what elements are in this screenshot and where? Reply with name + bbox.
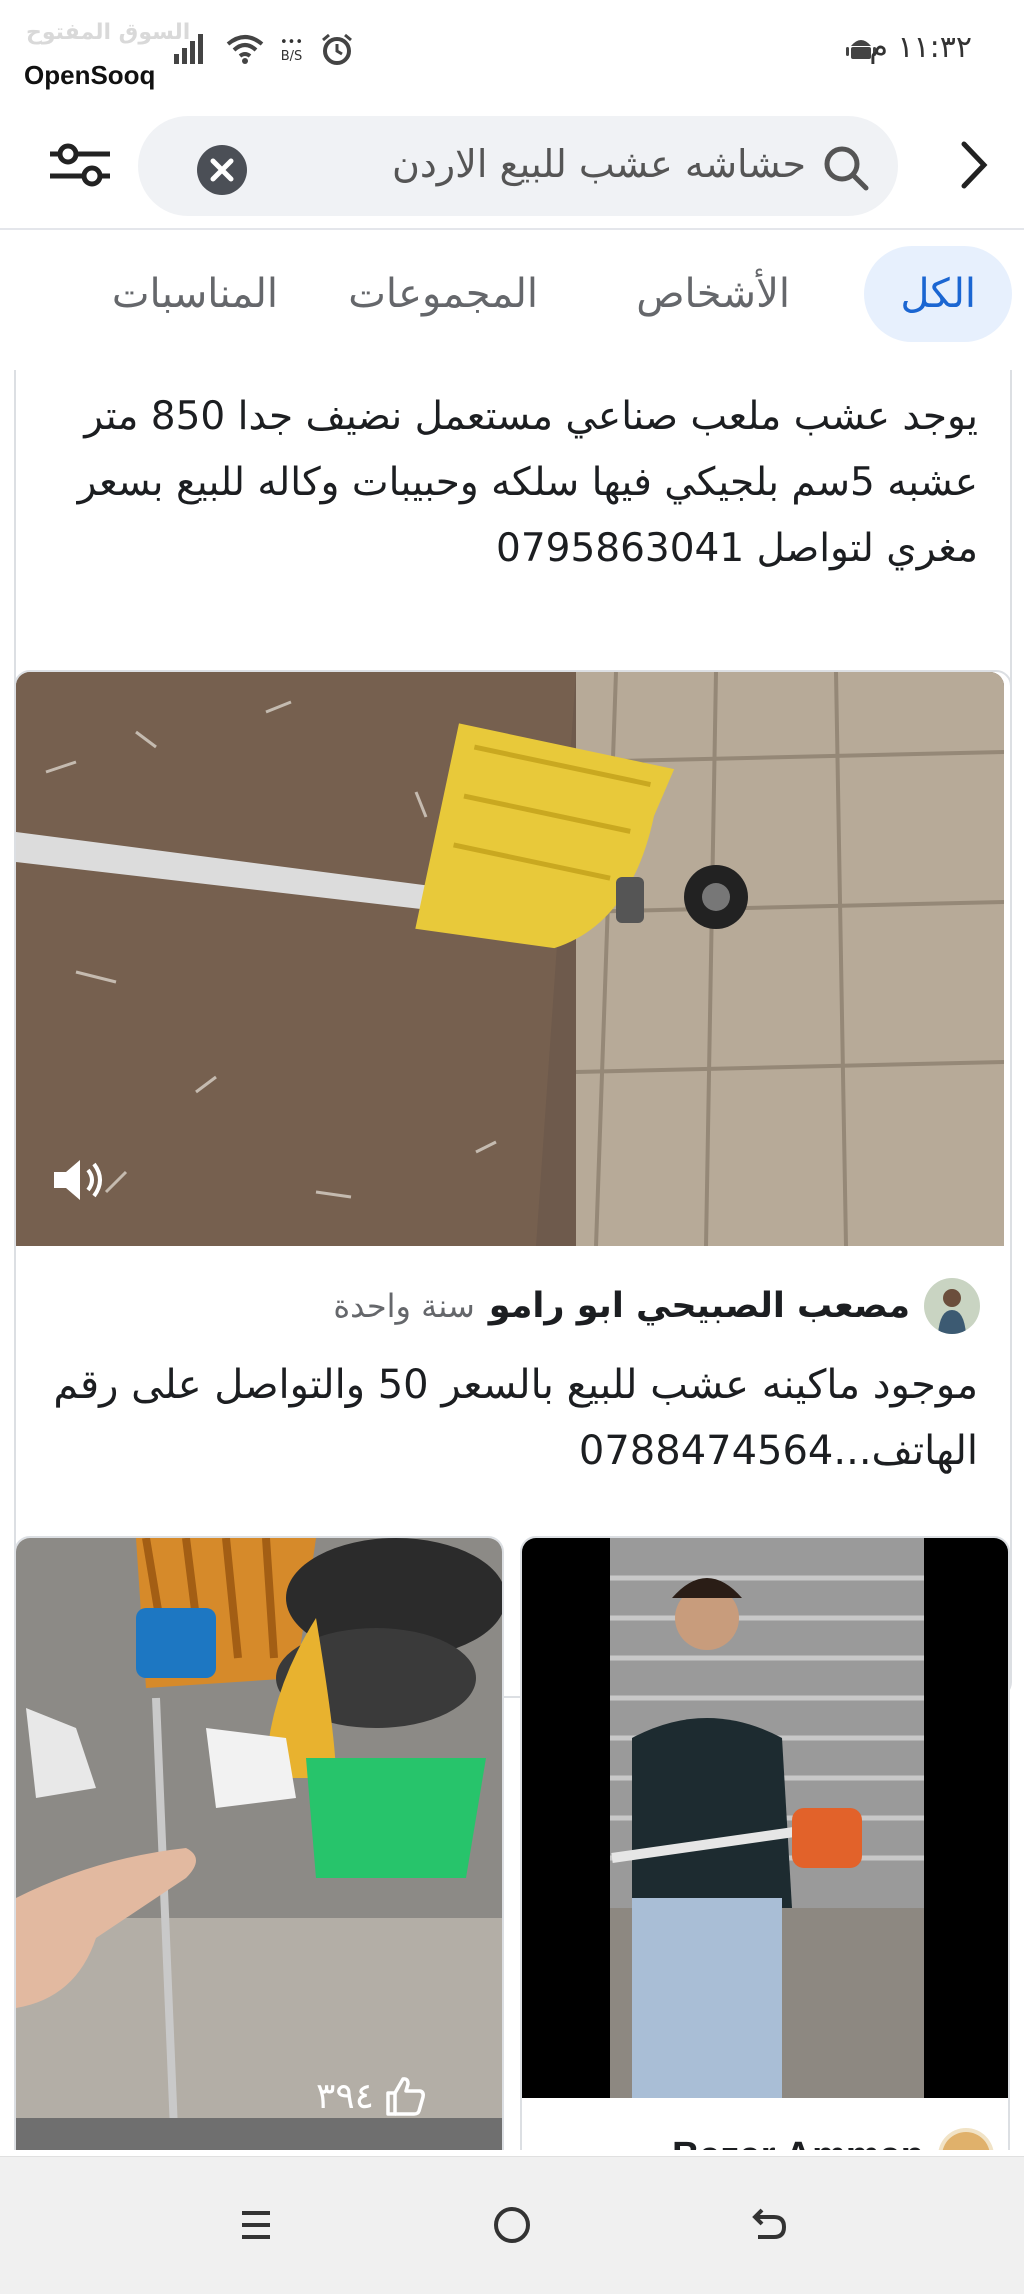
data-speed-indicator: ••• B/S bbox=[280, 36, 303, 64]
back-arrow-icon[interactable] bbox=[954, 138, 994, 192]
author-name[interactable]: مصعب الصبيحي ابو رامو bbox=[489, 1286, 910, 1326]
avatar[interactable] bbox=[924, 1278, 980, 1334]
search-icon bbox=[824, 146, 869, 191]
status-time: ١١:٣٢ م bbox=[869, 30, 972, 65]
like-count: ٣٩٤ bbox=[316, 2075, 375, 2117]
post-author-row[interactable]: مصعب الصبيحي ابو رامو سنة واحدة bbox=[333, 1276, 980, 1336]
tab-all[interactable]: الكل bbox=[864, 246, 1012, 342]
watermark-brand: OpenSooq bbox=[24, 60, 156, 90]
watermark-arabic-text: السوق المفتوح bbox=[26, 20, 191, 45]
post-time: سنة واحدة bbox=[333, 1287, 475, 1325]
filter-icon[interactable] bbox=[46, 140, 114, 190]
reel-thumbnail bbox=[522, 1538, 1008, 2138]
opensooq-watermark: السوق المفتوح OpenSooq bbox=[22, 18, 190, 96]
avatar[interactable] bbox=[938, 2128, 994, 2150]
tab-people[interactable]: الأشخاص bbox=[636, 246, 790, 342]
like-icon bbox=[386, 2077, 425, 2116]
reel-card[interactable]: ٣٩٤ bbox=[14, 1536, 504, 2150]
post-author-row[interactable]: Bazar Amman bbox=[672, 2126, 994, 2150]
recents-icon[interactable] bbox=[228, 2197, 284, 2253]
tab-groups[interactable]: المجموعات bbox=[348, 246, 538, 342]
reel-card[interactable]: Bazar Amman bbox=[520, 1536, 1010, 2150]
reel-thumbnail bbox=[16, 1538, 502, 2150]
alarm-icon bbox=[322, 33, 352, 65]
video-frame-image bbox=[16, 672, 1004, 1246]
home-icon[interactable] bbox=[484, 2197, 540, 2253]
search-header: حشاشه عشب للبيع الاردن bbox=[0, 100, 1024, 230]
search-query[interactable]: حشاشه عشب للبيع الاردن bbox=[392, 142, 806, 186]
sound-icon[interactable] bbox=[44, 1148, 108, 1212]
reaction-row[interactable]: ٣٩٤ bbox=[316, 2070, 428, 2122]
author-name[interactable]: Bazar Amman bbox=[672, 2135, 924, 2151]
post-text: موجود ماكينه عشب للبيع بالسعر 50 والتواص… bbox=[53, 1362, 978, 1474]
status-bar: السوق المفتوح OpenSooq ••• B/S ١١:٣٢ م bbox=[0, 0, 1024, 100]
tab-events[interactable]: المناسبات bbox=[112, 246, 278, 342]
clear-search-icon[interactable] bbox=[196, 144, 248, 196]
data-speed-unit: B/S bbox=[280, 49, 303, 64]
post-text: يوجد عشب ملعب صناعي مستعمل نضيف جدا 850 … bbox=[77, 394, 978, 571]
system-navigation-bar bbox=[0, 2156, 1024, 2294]
search-input[interactable]: حشاشه عشب للبيع الاردن bbox=[138, 116, 898, 216]
search-results: يوجد عشب ملعب صناعي مستعمل نضيف جدا 850 … bbox=[0, 370, 1024, 2150]
signal-icon bbox=[174, 34, 203, 64]
data-speed-value: ••• bbox=[280, 35, 304, 50]
back-icon[interactable] bbox=[740, 2197, 796, 2253]
search-tabs: الكل الأشخاص المجموعات المناسبات bbox=[0, 230, 1024, 360]
wifi-icon bbox=[226, 35, 264, 64]
video-thumbnail[interactable] bbox=[16, 672, 1004, 1246]
